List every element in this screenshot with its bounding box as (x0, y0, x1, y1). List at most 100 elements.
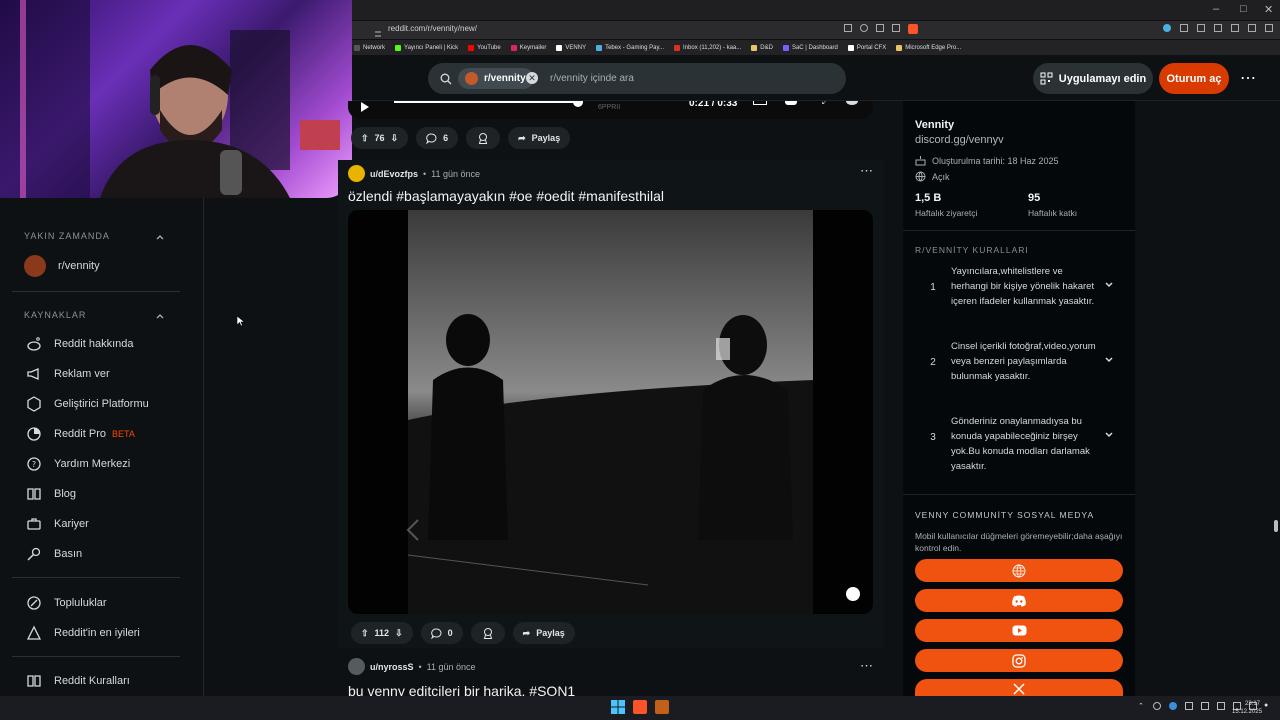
tray-icon[interactable] (1185, 702, 1193, 710)
bookmark-item[interactable]: YouTube (468, 44, 501, 51)
sidebar-item-communities[interactable]: Topluluklar (26, 595, 107, 611)
bookmark-item[interactable]: Portal CFX (847, 44, 886, 51)
page-scrollbar[interactable] (1272, 101, 1280, 696)
share-button[interactable]: ➦ Paylaş (512, 622, 575, 644)
bookmark-item[interactable]: SaC | Dashboard (782, 44, 838, 51)
wallet-icon[interactable] (1214, 24, 1222, 32)
volume-icon[interactable] (846, 101, 858, 105)
sidebar-item-vennity[interactable]: r/vennity (24, 255, 100, 277)
brave-shields-icon[interactable] (908, 24, 918, 34)
taskbar-app-icon[interactable] (655, 700, 669, 714)
upvote-icon[interactable]: ⇧ (361, 628, 369, 639)
settings-icon[interactable] (785, 101, 797, 105)
share-page-icon[interactable] (876, 24, 884, 32)
user-avatar[interactable] (348, 165, 365, 182)
sidebar-item-blog[interactable]: Blog (26, 486, 76, 502)
tray-icon[interactable] (1169, 702, 1177, 710)
social-title: VENNY COMMUNİTY SOSYAL MEDYA (915, 510, 1095, 520)
tray-icon[interactable] (1153, 702, 1161, 710)
downloads-icon[interactable] (1265, 24, 1273, 32)
rule-item[interactable]: 2 Cinsel içerikli fotoğraf,video,yorum v… (915, 339, 1125, 384)
extension-icon[interactable] (1197, 24, 1205, 32)
get-app-button[interactable]: Uygulamayı edin (1033, 63, 1153, 94)
share-button[interactable]: ➦ Paylaş (508, 127, 571, 149)
microphone-tray-icon[interactable] (1201, 702, 1209, 710)
clock[interactable]: 23:17 15.12.2025 (1232, 700, 1262, 716)
chevron-down-icon[interactable] (1099, 339, 1119, 368)
sidebar-item-reddit-rules[interactable]: Reddit Kuralları (26, 673, 130, 689)
user-avatar[interactable] (348, 658, 365, 675)
fullscreen-icon[interactable]: ⤢ (822, 101, 828, 107)
sidebar-item-advertise[interactable]: Reklam ver (26, 366, 110, 382)
bookmark-item[interactable]: Tebex - Gaming Pay... (596, 44, 664, 51)
comments-button[interactable]: 0 (420, 622, 463, 644)
sidebar-item-best-of[interactable]: Reddit'in en iyileri (26, 625, 140, 641)
mute-icon[interactable] (846, 587, 860, 601)
sidebar-item-reddit-pro[interactable]: Reddit Pro BETA (26, 426, 135, 442)
bookmark-item[interactable]: Network (354, 44, 385, 51)
extension-icon[interactable] (1180, 24, 1188, 32)
upvote-icon[interactable]: ⇧ (361, 133, 369, 144)
rule-item[interactable]: 3 Gönderiniz onaylanmadıysa bu konuda ya… (915, 414, 1125, 474)
community-link[interactable]: discord.gg/vennyv (915, 134, 1004, 146)
instagram-link-button[interactable] (915, 649, 1123, 672)
play-icon[interactable] (360, 101, 370, 117)
chevron-down-icon[interactable] (1099, 264, 1119, 293)
tab-icon[interactable] (844, 24, 852, 32)
award-button[interactable] (466, 127, 501, 149)
address-bar[interactable] (352, 21, 1280, 39)
clear-chip-icon[interactable]: ✕ (526, 72, 538, 84)
chevron-down-icon[interactable] (1099, 414, 1119, 443)
x-link-button[interactable] (915, 679, 1123, 696)
post-video[interactable] (348, 210, 873, 614)
post-author[interactable]: u/nyrossS (370, 662, 414, 672)
minimize-icon[interactable]: – (1213, 3, 1219, 15)
bookmark-item[interactable]: Keymailer (510, 44, 546, 51)
award-button[interactable] (470, 622, 505, 644)
maximize-icon[interactable]: □ (1240, 3, 1247, 15)
downvote-icon[interactable]: ⇩ (395, 628, 403, 639)
bookmark-star-icon[interactable] (892, 24, 900, 32)
tray-chevron-icon[interactable]: ⌃ (1138, 702, 1144, 710)
comments-button[interactable]: 6 (416, 127, 459, 149)
downvote-icon[interactable]: ⇩ (391, 133, 399, 144)
post-options-icon[interactable]: ⋯ (860, 163, 873, 179)
brave-browser-icon[interactable] (633, 700, 647, 714)
sidebar-toggle-icon[interactable] (1231, 24, 1239, 32)
extension-icon[interactable] (1163, 24, 1171, 32)
captions-icon[interactable] (753, 101, 767, 105)
post-author[interactable]: u/dEvozfps (370, 169, 418, 179)
video-scrubber[interactable] (573, 101, 583, 107)
site-settings-icon[interactable] (374, 25, 382, 37)
post-title[interactable]: özlendi #başlamayayakın #oe #oedit #mani… (348, 188, 664, 204)
website-link-button[interactable] (915, 559, 1123, 582)
windows-start-icon[interactable] (611, 700, 625, 714)
volume-tray-icon[interactable] (1217, 702, 1225, 710)
sidebar-item-help[interactable]: ? Yardım Merkezi (26, 456, 130, 472)
login-button[interactable]: Oturum aç (1159, 63, 1229, 94)
profile-icon[interactable] (1248, 24, 1256, 32)
notification-icon[interactable]: ● (1264, 702, 1268, 709)
zoom-icon[interactable] (860, 24, 868, 32)
video-player[interactable]: 6PPRII 0:21 / 0:33 ⤢ (348, 101, 873, 119)
sidebar-item-press[interactable]: Basın (26, 546, 82, 562)
bookmark-item[interactable]: D&D (751, 44, 773, 51)
sidebar-item-careers[interactable]: Kariyer (26, 516, 89, 532)
post-options-icon[interactable]: ⋯ (860, 658, 873, 674)
more-options-icon[interactable]: ⋯ (1240, 68, 1256, 88)
bookmark-item[interactable]: Yayıncı Paneli | Kick (395, 44, 458, 51)
chevron-up-icon[interactable] (155, 308, 165, 326)
close-window-icon[interactable]: ✕ (1264, 3, 1273, 16)
bookmark-item[interactable]: Inbox (11,202) - kaa... (674, 44, 741, 51)
bookmark-item[interactable]: Microsoft Edge Pro... (896, 44, 961, 51)
bookmark-item[interactable]: VENNY (556, 44, 586, 51)
chevron-up-icon[interactable] (155, 229, 165, 247)
post-title[interactable]: bu venny editcileri bir harika. #SON1 (348, 683, 575, 696)
youtube-link-button[interactable] (915, 619, 1123, 642)
discord-link-button[interactable] (915, 589, 1123, 612)
scrollbar-thumb[interactable] (1274, 520, 1278, 532)
sidebar-item-developer-platform[interactable]: Geliştirici Platformu (26, 396, 149, 412)
url-text[interactable]: reddit.com/r/vennity/new/ (388, 24, 477, 33)
rule-item[interactable]: 1 Yayıncılara,whitelistlere ve herhangi … (915, 264, 1125, 309)
sidebar-item-about[interactable]: Reddit hakkında (26, 336, 134, 352)
